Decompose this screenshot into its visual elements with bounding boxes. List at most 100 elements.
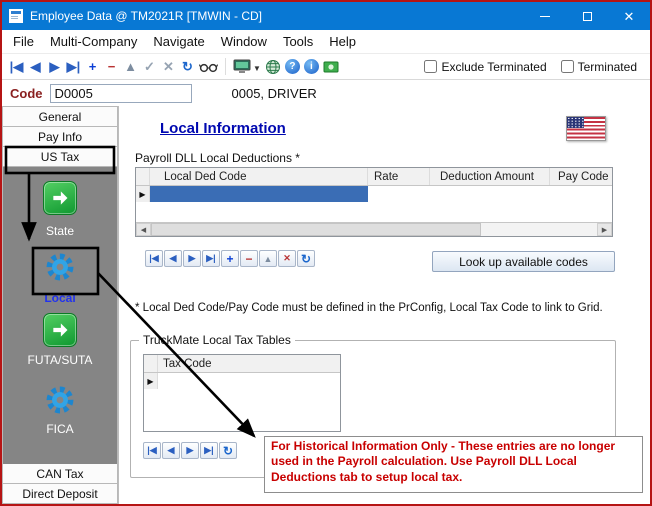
row-marker-icon: ▶ [136,186,150,202]
menu-help[interactable]: Help [321,31,364,52]
fica-tab-label[interactable]: FICA [3,422,117,436]
page-title: Local Information [160,120,286,137]
tax-tables-grid-row[interactable]: ▶ [144,373,340,389]
delete-button[interactable]: − [102,57,121,77]
terminated-checkbox[interactable]: Terminated [561,60,637,74]
money-icon[interactable] [323,60,339,74]
menu-navigate[interactable]: Navigate [145,31,212,52]
us-tax-icon-panel: State Local FUTA/SUTA [2,167,118,464]
exclude-terminated-checkbox-input[interactable] [424,60,437,73]
menu-window[interactable]: Window [213,31,275,52]
globe-icon[interactable] [265,59,281,75]
grid-edit-button[interactable]: ▲ [259,250,277,267]
tax-tables-grid[interactable]: Tax Code ▶ [143,354,341,432]
employee-summary: 0005, DRIVER [232,86,317,101]
column-deduction-amount: Deduction Amount [430,168,550,185]
futa-suta-arrow-icon [43,313,77,347]
column-pay-code: Pay Code [550,168,613,185]
local-tab[interactable] [3,250,117,284]
close-button[interactable]: ✕ [608,2,650,30]
tax-refresh-button[interactable]: ↻ [219,442,237,459]
grid-refresh-button[interactable]: ↻ [297,250,315,267]
tax-last-button[interactable]: ▶| [200,442,218,459]
column-tax-code: Tax Code [158,355,341,372]
local-information-panel: Local Information Payroll DLL Local Dedu… [119,106,650,504]
menu-tools[interactable]: Tools [275,31,321,52]
selected-cell[interactable] [150,186,368,202]
fica-tab[interactable] [3,383,117,417]
terminated-checkbox-input[interactable] [561,60,574,73]
main-toolbar: |◀ ◀ ▶ ▶| + − ▲ ✓ ✕ ↻ ▼ ? i Exclude Term… [2,54,650,80]
state-tab[interactable] [3,181,117,215]
indicator-column-header [136,168,150,185]
tab-can-tax[interactable]: CAN Tax [2,463,118,484]
grid-delete-button[interactable]: − [240,250,258,267]
lookup-codes-button[interactable]: Look up available codes [432,251,615,272]
code-row: Code 0005, DRIVER [2,80,650,106]
deductions-hscrollbar[interactable]: ◀ ▶ [136,222,612,236]
grid-next-button[interactable]: ▶ [183,250,201,267]
fica-gear-icon [43,383,77,417]
nav-first-button[interactable]: |◀ [7,57,26,77]
grid-insert-button[interactable]: + [221,250,239,267]
indicator-column-header [144,355,158,372]
refresh-button[interactable]: ↻ [178,57,197,77]
window-title: Employee Data @ TM2021R [TMWIN - CD] [30,9,524,23]
body-row: General Pay Info US Tax State Local [2,106,650,504]
maximize-button[interactable] [566,2,608,30]
nav-next-button[interactable]: ▶ [45,57,64,77]
app-icon [9,9,23,23]
toolbar-separator [225,58,226,75]
row-marker-icon: ▶ [144,373,158,389]
glasses-icon[interactable] [199,60,218,73]
monitor-icon[interactable] [233,59,251,74]
deductions-grid-row[interactable]: ▶ [136,186,612,202]
grid-first-button[interactable]: |◀ [145,250,163,267]
menu-file[interactable]: File [5,31,42,52]
exclude-terminated-checkbox[interactable]: Exclude Terminated [424,60,546,74]
titlebar: Employee Data @ TM2021R [TMWIN - CD] ✕ [2,2,650,30]
insert-button[interactable]: + [83,57,102,77]
historical-warning: For Historical Information Only - These … [264,436,643,493]
grid-cancel-button[interactable]: ✕ [278,250,296,267]
nav-last-button[interactable]: ▶| [64,57,83,77]
tab-us-tax[interactable]: US Tax [2,146,118,167]
code-input[interactable] [50,84,192,103]
grid-last-button[interactable]: ▶| [202,250,220,267]
minimize-button[interactable] [524,2,566,30]
cancel-button[interactable]: ✕ [159,57,178,77]
tab-direct-deposit[interactable]: Direct Deposit [2,483,118,504]
app-window: Employee Data @ TM2021R [TMWIN - CD] ✕ F… [0,0,652,506]
footnote: * Local Ded Code/Pay Code must be define… [135,302,603,314]
local-tab-label[interactable]: Local [3,291,117,305]
deductions-nav-toolbar: |◀ ◀ ▶ ▶| + − ▲ ✕ ↻ [145,250,315,267]
maximize-icon [583,12,592,21]
scroll-right-icon[interactable]: ▶ [597,223,612,236]
info-icon[interactable]: i [304,59,319,74]
state-tab-label[interactable]: State [3,224,117,238]
exclude-terminated-label: Exclude Terminated [441,60,546,74]
futa-suta-tab-label[interactable]: FUTA/SUTA [3,353,117,367]
scroll-left-icon[interactable]: ◀ [136,223,151,236]
tax-first-button[interactable]: |◀ [143,442,161,459]
help-icon[interactable]: ? [285,59,300,74]
grid-prior-button[interactable]: ◀ [164,250,182,267]
futa-suta-tab[interactable] [3,313,117,347]
nav-prior-button[interactable]: ◀ [26,57,45,77]
minimize-icon [540,16,550,17]
monitor-dropdown-icon[interactable]: ▼ [253,64,261,73]
hscroll-track[interactable] [481,223,597,236]
menu-multi-company[interactable]: Multi-Company [42,31,145,52]
tax-tables-nav-toolbar: |◀ ◀ ▶ ▶| ↻ [143,442,237,459]
tab-general[interactable]: General [2,106,118,127]
hscroll-thumb[interactable] [151,223,481,236]
tab-pay-info[interactable]: Pay Info [2,126,118,147]
tax-next-button[interactable]: ▶ [181,442,199,459]
tax-prior-button[interactable]: ◀ [162,442,180,459]
tax-tables-caption: TruckMate Local Tax Tables [139,333,295,347]
deductions-grid[interactable]: Local Ded Code Rate Deduction Amount Pay… [135,167,613,237]
local-gear-icon [43,250,77,284]
edit-button[interactable]: ▲ [121,57,140,77]
terminated-label: Terminated [578,60,637,74]
post-button[interactable]: ✓ [140,57,159,77]
